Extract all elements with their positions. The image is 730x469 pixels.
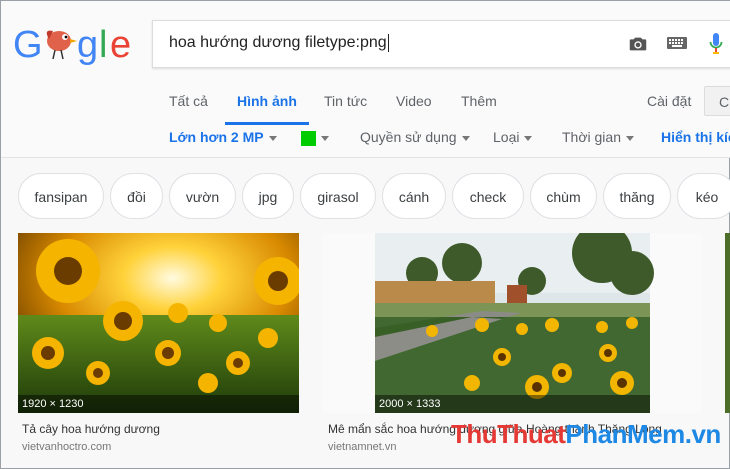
camera-icon[interactable] bbox=[627, 33, 649, 60]
watermark-part3: .vn bbox=[684, 419, 722, 449]
mic-icon[interactable] bbox=[709, 32, 723, 61]
result-source[interactable]: vietvanhoctro.com bbox=[22, 441, 111, 453]
result-source[interactable]: vietnamnet.vn bbox=[328, 441, 396, 453]
doodle-bird-icon: G g l e bbox=[13, 24, 131, 66]
time-filter[interactable]: Thời gian bbox=[562, 129, 634, 145]
svg-text:l: l bbox=[99, 24, 107, 66]
settings-link[interactable]: Cài đặt bbox=[647, 93, 691, 109]
color-filter[interactable] bbox=[301, 129, 329, 146]
tab-more[interactable]: Thêm bbox=[461, 93, 497, 109]
svg-text:G: G bbox=[13, 24, 43, 66]
chevron-down-icon bbox=[626, 135, 634, 141]
svg-text:e: e bbox=[110, 24, 131, 66]
chevron-down-icon bbox=[321, 135, 329, 141]
type-filter[interactable]: Loại bbox=[493, 129, 533, 145]
result-image[interactable]: 1920 × 1230 bbox=[18, 233, 299, 413]
chevron-down-icon bbox=[268, 135, 277, 141]
svg-text:g: g bbox=[77, 24, 98, 66]
watermark: ThuThuatPhanMem.vn bbox=[451, 419, 721, 450]
tab-all[interactable]: Tất cả bbox=[169, 93, 208, 109]
color-swatch bbox=[301, 130, 316, 146]
tab-images[interactable]: Hình ảnh bbox=[237, 93, 297, 109]
show-sizes-toggle[interactable]: Hiển thị kíc bbox=[661, 129, 730, 145]
related-chip[interactable]: girasol bbox=[300, 173, 376, 219]
related-chip[interactable]: chùm bbox=[530, 173, 597, 219]
image-dimensions: 2000 × 1333 bbox=[375, 395, 650, 413]
related-chip[interactable]: fansipan bbox=[18, 173, 104, 219]
keyboard-icon[interactable] bbox=[667, 35, 687, 56]
result-image-partial[interactable] bbox=[725, 233, 730, 413]
header: G g l e hoa hướng dương filetype:png Tất… bbox=[1, 1, 730, 158]
related-chip[interactable]: check bbox=[452, 173, 524, 219]
search-input[interactable]: hoa hướng dương filetype:png bbox=[169, 34, 389, 52]
related-chip[interactable]: đồi bbox=[110, 173, 163, 219]
watermark-part2: PhanMem bbox=[565, 419, 685, 449]
time-filter-label: Thời gian bbox=[562, 129, 621, 145]
size-filter-label: Lớn hơn 2 MP bbox=[169, 129, 264, 145]
search-box[interactable]: hoa hướng dương filetype:png bbox=[152, 20, 730, 68]
tab-news[interactable]: Tin tức bbox=[324, 93, 367, 109]
size-filter[interactable]: Lớn hơn 2 MP bbox=[169, 129, 277, 145]
sunflower-field-image bbox=[18, 233, 299, 413]
tab-video[interactable]: Video bbox=[396, 93, 432, 109]
imperial-citadel-sunflowers-image bbox=[375, 233, 654, 413]
chevron-down-icon bbox=[461, 135, 470, 141]
type-filter-label: Loại bbox=[493, 129, 520, 145]
result-title[interactable]: Tả cây hoa hướng dương bbox=[22, 422, 160, 436]
usage-rights-filter[interactable]: Quyền sử dụng bbox=[360, 129, 470, 145]
tools-button[interactable]: C bbox=[704, 86, 730, 116]
watermark-part1: ThuThuat bbox=[451, 419, 566, 449]
related-chip[interactable]: cánh bbox=[382, 173, 446, 219]
related-chip[interactable]: thăng bbox=[603, 173, 671, 219]
usage-rights-label: Quyền sử dụng bbox=[360, 129, 457, 145]
active-tab-indicator bbox=[225, 122, 309, 125]
chevron-down-icon bbox=[524, 135, 533, 141]
related-chip[interactable]: vườn bbox=[169, 173, 236, 219]
google-doodle-logo[interactable]: G g l e bbox=[13, 19, 139, 69]
text-caret bbox=[387, 34, 389, 52]
result-image[interactable]: 2000 × 1333 bbox=[322, 233, 702, 413]
related-chip[interactable]: kéo bbox=[677, 173, 730, 219]
related-chip[interactable]: jpg bbox=[242, 173, 294, 219]
image-dimensions: 1920 × 1230 bbox=[18, 395, 299, 413]
